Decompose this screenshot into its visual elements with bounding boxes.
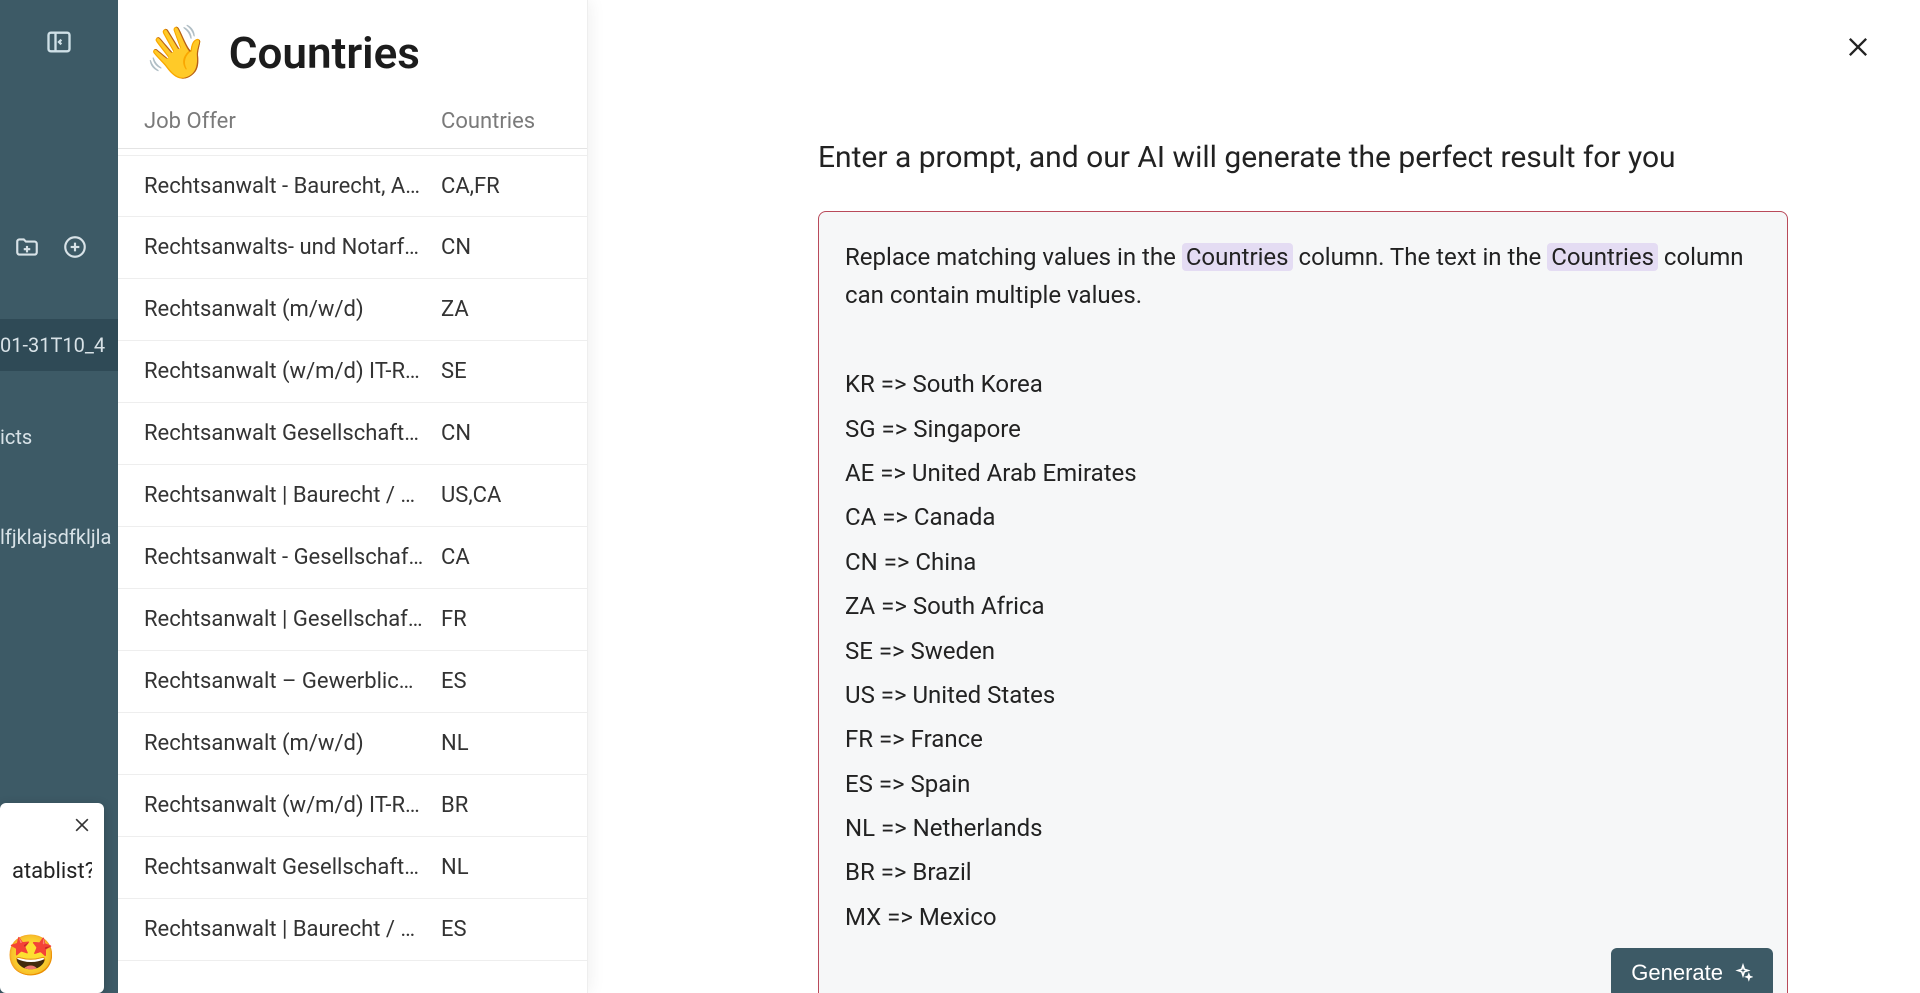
mapping-line: CN => China (845, 543, 1761, 581)
cell-joboffer: Rechtsanwalt | Baurecht / U… (144, 483, 441, 508)
cell-countries: ES (441, 669, 561, 694)
cell-joboffer: Rechtsanwalt Gesellschafts… (144, 421, 441, 446)
cell-joboffer: Rechtsanwalt – Gewerblich… (144, 669, 441, 694)
cell-countries: ES (441, 917, 561, 942)
ai-panel: Enter a prompt, and our AI will generate… (588, 0, 1920, 993)
table-row[interactable]: Rechtsanwalt – Gewerblich…ES (118, 651, 587, 713)
table-row[interactable]: Rechtsanwalt | Gesellschaft…FR (118, 589, 587, 651)
col-header-joboffer[interactable]: Job Offer (144, 109, 441, 134)
prompt-mappings: KR => South Korea SG => Singapore AE => Un… (845, 365, 1761, 936)
cell-countries: SE (441, 359, 561, 384)
prompt-input[interactable]: Replace matching values in the Countries… (818, 211, 1788, 993)
cell-countries: FR (441, 607, 561, 632)
cell-joboffer: Rechtsanwalt (m/w/d) (144, 297, 441, 322)
add-button[interactable] (62, 234, 88, 265)
cell-countries: NL (441, 855, 561, 880)
cell-joboffer: Rechtsanwalt (m/w/d) (144, 731, 441, 756)
rail-collapse[interactable] (0, 0, 118, 56)
mapping-line: SE => Sweden (845, 632, 1761, 670)
table-row[interactable]: Rechtsanwalt - Baurecht, Ar…CA,FR (118, 155, 587, 217)
table-body: Rechtsanwalt - Baurecht, Ar…CA,FRRechtsa… (118, 149, 587, 993)
table-row[interactable]: Rechtsanwalt (m/w/d)ZA (118, 279, 587, 341)
help-text: atablist? (12, 859, 92, 884)
cell-countries: US,CA (441, 483, 561, 508)
nav-rail: 01-31T10_4 icts lfjklajsdfkljla atablist… (0, 0, 118, 993)
table-row[interactable]: Rechtsanwalt Gesellschafts…CN (118, 403, 587, 465)
ai-headline: Enter a prompt, and our AI will generate… (818, 140, 1788, 175)
table-row[interactable]: Rechtsanwalt | Baurecht / U…ES (118, 899, 587, 961)
folder-plus-icon (14, 234, 40, 260)
rail-item[interactable]: icts (0, 415, 118, 459)
plus-circle-icon (62, 234, 88, 260)
cell-countries: BR (441, 793, 561, 818)
table-row[interactable]: Rechtsanwalt | Baurecht / U…US,CA (118, 465, 587, 527)
wave-icon: 👋 (144, 22, 209, 83)
table-row[interactable]: Rechtsanwalts- und Notarfa…CN (118, 217, 587, 279)
cell-countries: CN (441, 235, 561, 260)
generate-button[interactable]: Generate (1611, 948, 1773, 993)
prompt-line: Replace matching values in the Countries… (845, 238, 1761, 315)
close-icon (72, 815, 92, 835)
table-row[interactable]: Rechtsanwalt (w/m/d) IT-Re…SE (118, 341, 587, 403)
mapping-line: FR => France (845, 720, 1761, 758)
table-row[interactable]: Rechtsanwalt - Gesellschaft…CA (118, 527, 587, 589)
close-panel-button[interactable] (1844, 30, 1872, 70)
token-countries[interactable]: Countries (1547, 243, 1658, 271)
mapping-line: ES => Spain (845, 765, 1761, 803)
mapping-line: US => United States (845, 676, 1761, 714)
mapping-line: CA => Canada (845, 498, 1761, 536)
cell-joboffer: Rechtsanwalt - Gesellschaft… (144, 545, 441, 570)
help-card: atablist? 🤩 (0, 803, 104, 993)
mapping-line: NL => Netherlands (845, 809, 1761, 847)
cell-joboffer: Rechtsanwalt - Baurecht, Ar… (144, 174, 441, 199)
panel-title-row: 👋 Countries (118, 0, 587, 109)
app-root: 01-31T10_4 icts lfjklajsdfkljla atablist… (0, 0, 1920, 993)
new-folder-button[interactable] (14, 234, 40, 265)
data-panel: 👋 Countries Job Offer Countries Rechtsan… (118, 0, 588, 993)
cell-joboffer: Rechtsanwalts- und Notarfa… (144, 235, 441, 260)
cell-joboffer: Rechtsanwalt | Gesellschaft… (144, 607, 441, 632)
mapping-line: KR => South Korea (845, 365, 1761, 403)
cell-joboffer: Rechtsanwalt | Baurecht / U… (144, 917, 441, 942)
table-header: Job Offer Countries (118, 109, 587, 149)
rail-item-selected[interactable]: 01-31T10_4 (0, 319, 118, 371)
close-icon (1844, 33, 1872, 61)
table-row[interactable]: Rechtsanwalt (m/w/d)NL (118, 713, 587, 775)
mapping-line: MX => Mexico (845, 898, 1761, 936)
generate-label: Generate (1631, 960, 1723, 986)
help-close-button[interactable] (72, 813, 92, 841)
sparkle-icon (1733, 963, 1753, 983)
cell-joboffer: Rechtsanwalt (w/m/d) IT-Re… (144, 793, 441, 818)
cell-countries: CN (441, 421, 561, 446)
help-emoji-icon: 🤩 (6, 932, 56, 979)
cell-joboffer: Rechtsanwalt (w/m/d) IT-Re… (144, 359, 441, 384)
mapping-line: AE => United Arab Emirates (845, 454, 1761, 492)
mapping-line: ZA => South Africa (845, 587, 1761, 625)
token-countries[interactable]: Countries (1182, 243, 1293, 271)
cell-countries: NL (441, 731, 561, 756)
col-header-countries[interactable]: Countries (441, 109, 561, 134)
rail-item[interactable]: lfjklajsdfkljla (0, 515, 118, 559)
table-row[interactable]: Rechtsanwalt (w/m/d) IT-Re…BR (118, 775, 587, 837)
table-row[interactable]: Rechtsanwalt Gesellschafts…NL (118, 837, 587, 899)
cell-countries: CA (441, 545, 561, 570)
panel-left-icon (45, 28, 73, 56)
cell-countries: CA,FR (441, 174, 561, 199)
mapping-line: SG => Singapore (845, 410, 1761, 448)
cell-countries: ZA (441, 297, 561, 322)
mapping-line: BR => Brazil (845, 853, 1761, 891)
cell-joboffer: Rechtsanwalt Gesellschafts… (144, 855, 441, 880)
panel-title: Countries (229, 27, 420, 79)
